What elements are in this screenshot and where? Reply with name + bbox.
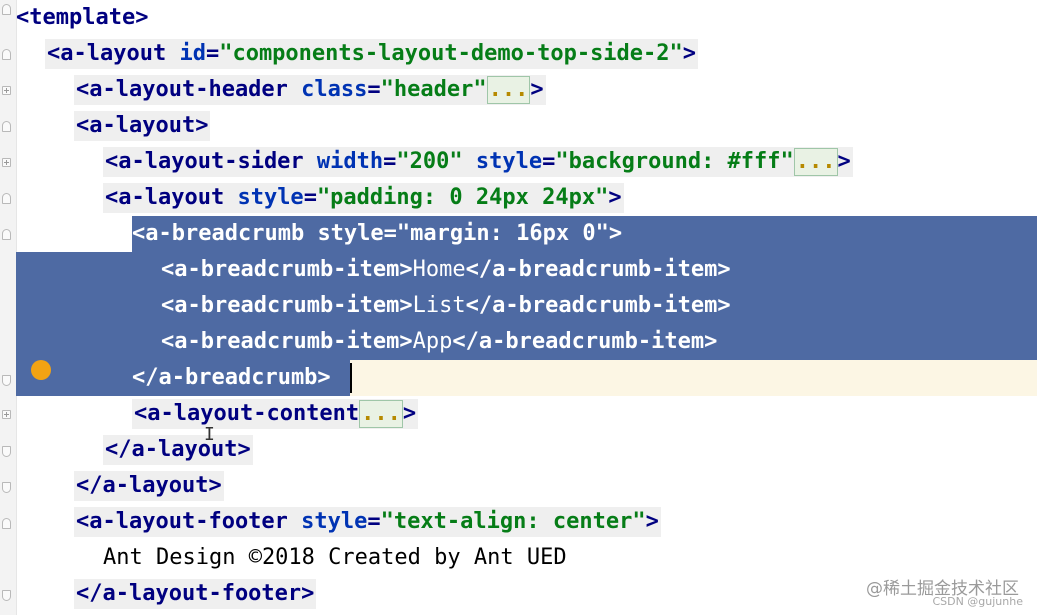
code-token-tag: <a-layout-sider [105, 149, 317, 174]
code-token-val: "200" [396, 149, 476, 174]
code-token-tag: = [383, 149, 397, 174]
code-line[interactable]: <a-layout-header class="header"...> [16, 72, 1037, 108]
code-token-tag: = [383, 221, 397, 246]
code-token-tag: <a-layout-footer [76, 509, 302, 534]
code-token-attr: class [301, 77, 368, 102]
code-token-attr: id [179, 41, 206, 66]
code-token-tag: <a-layout-header [76, 77, 302, 102]
code-token-val: "padding: 0 24px 24px" [316, 185, 609, 210]
fold-marker-icon[interactable] [2, 590, 11, 601]
code-line[interactable]: <a-layout-footer style="text-align: cent… [16, 504, 1037, 540]
code-line[interactable]: <template> [16, 0, 1037, 36]
watermark-credit: CSDN @gujunhe [932, 595, 1023, 608]
code-token-tag: > [402, 401, 417, 426]
code-line[interactable]: <a-layout style="padding: 0 24px 24px"> [16, 180, 1037, 216]
folded-code-placeholder[interactable]: ... [486, 76, 531, 104]
code-token-tag: <a-layout [105, 185, 238, 210]
fold-marker-icon[interactable] [2, 375, 11, 386]
code-token-txt: Home [412, 257, 466, 282]
fold-marker-icon[interactable] [2, 229, 11, 240]
code-line[interactable]: <a-layout id="components-layout-demo-top… [16, 36, 1037, 72]
code-token-tag: </a-layout> [105, 437, 251, 462]
code-token-tag: <template [16, 5, 136, 30]
code-token-tag: </a-breadcrumb-item> [452, 329, 718, 354]
code-line[interactable]: </a-layout> [16, 468, 1037, 504]
code-line[interactable]: <a-layout> [16, 108, 1037, 144]
code-line[interactable]: <a-breadcrumb-item>List</a-breadcrumb-it… [16, 288, 1037, 324]
fold-marker-icon[interactable] [2, 446, 11, 457]
code-token-val: "header" [380, 77, 487, 102]
code-token-tag: <a-breadcrumb-item> [161, 257, 413, 282]
fold-marker-icon[interactable] [2, 49, 11, 60]
fold-expand-icon[interactable] [2, 86, 11, 95]
code-token-attr: width [316, 149, 384, 174]
code-token-tag: > [682, 41, 697, 66]
code-token-attr: style [475, 149, 543, 174]
code-line[interactable]: <a-breadcrumb-item>Home</a-breadcrumb-it… [16, 252, 1037, 288]
code-token-txt: List [412, 293, 466, 318]
text-caret [350, 363, 352, 393]
code-token-tag: <a-layout [47, 41, 180, 66]
code-line[interactable]: </a-breadcrumb> [16, 360, 1037, 396]
text-cursor-icon: I [204, 424, 215, 445]
code-token-val: "margin: 16px 0" [396, 221, 609, 246]
code-token-txt: App [412, 329, 453, 354]
code-token-tag: </a-layout> [76, 473, 222, 498]
code-token-tag: > [837, 149, 851, 174]
code-token-txt: Ant Design ©2018 Created by Ant UED [103, 545, 567, 570]
code-token-attr: style [317, 221, 384, 246]
fold-marker-icon[interactable] [2, 121, 11, 132]
fold-marker-icon[interactable] [2, 482, 11, 493]
code-token-tag: > [530, 77, 544, 102]
code-token-val: "background: #fff" [555, 149, 794, 174]
code-token-tag: = [205, 41, 220, 66]
code-token-tag: > [608, 221, 623, 246]
fold-expand-icon[interactable] [2, 410, 11, 419]
code-token-tag: = [303, 185, 317, 210]
code-token-attr: style [301, 509, 368, 534]
code-token-tag: = [367, 509, 381, 534]
code-token-tag: <a-layout> [76, 113, 209, 138]
code-token-tag: <a-breadcrumb-item> [161, 293, 413, 318]
editor-gutter [0, 0, 17, 615]
fold-marker-icon[interactable] [2, 193, 11, 204]
fold-marker-icon[interactable] [2, 4, 11, 15]
code-line[interactable]: </a-layout> [16, 432, 1037, 468]
code-line[interactable]: <a-breadcrumb-item>App</a-breadcrumb-ite… [16, 324, 1037, 360]
code-token-val: "components-layout-demo-top-side-2" [219, 41, 683, 66]
code-token-tag: > [645, 509, 659, 534]
code-token-tag: </a-breadcrumb-item> [465, 293, 731, 318]
fold-marker-icon[interactable] [2, 518, 11, 529]
folded-code-placeholder[interactable]: ... [359, 400, 403, 428]
code-token-val: "text-align: center" [380, 509, 646, 534]
code-token-tag: </a-breadcrumb> [132, 365, 331, 390]
code-token-tag: <a-breadcrumb-item> [161, 329, 413, 354]
lightbulb-icon[interactable] [31, 360, 51, 380]
code-line[interactable]: Ant Design ©2018 Created by Ant UED [16, 540, 1037, 576]
code-token-tag: > [608, 185, 622, 210]
code-line[interactable]: <a-layout-sider width="200" style="backg… [16, 144, 1037, 180]
code-token-tag: </a-breadcrumb-item> [465, 257, 731, 282]
code-token-attr: style [237, 185, 304, 210]
folded-code-placeholder[interactable]: ... [793, 148, 838, 176]
code-line[interactable]: <a-breadcrumb style="margin: 16px 0"> [16, 216, 1037, 252]
code-line[interactable]: <a-layout-content...> [16, 396, 1037, 432]
code-token-tag: <a-breadcrumb [132, 221, 318, 246]
code-token-tag: </a-layout-footer> [76, 581, 315, 606]
code-token-tag: <a-layout-content [134, 401, 360, 426]
fold-expand-icon[interactable] [2, 158, 11, 167]
code-token-tag: = [542, 149, 556, 174]
code-token-tag: = [367, 77, 381, 102]
code-token-tag: > [135, 5, 149, 30]
